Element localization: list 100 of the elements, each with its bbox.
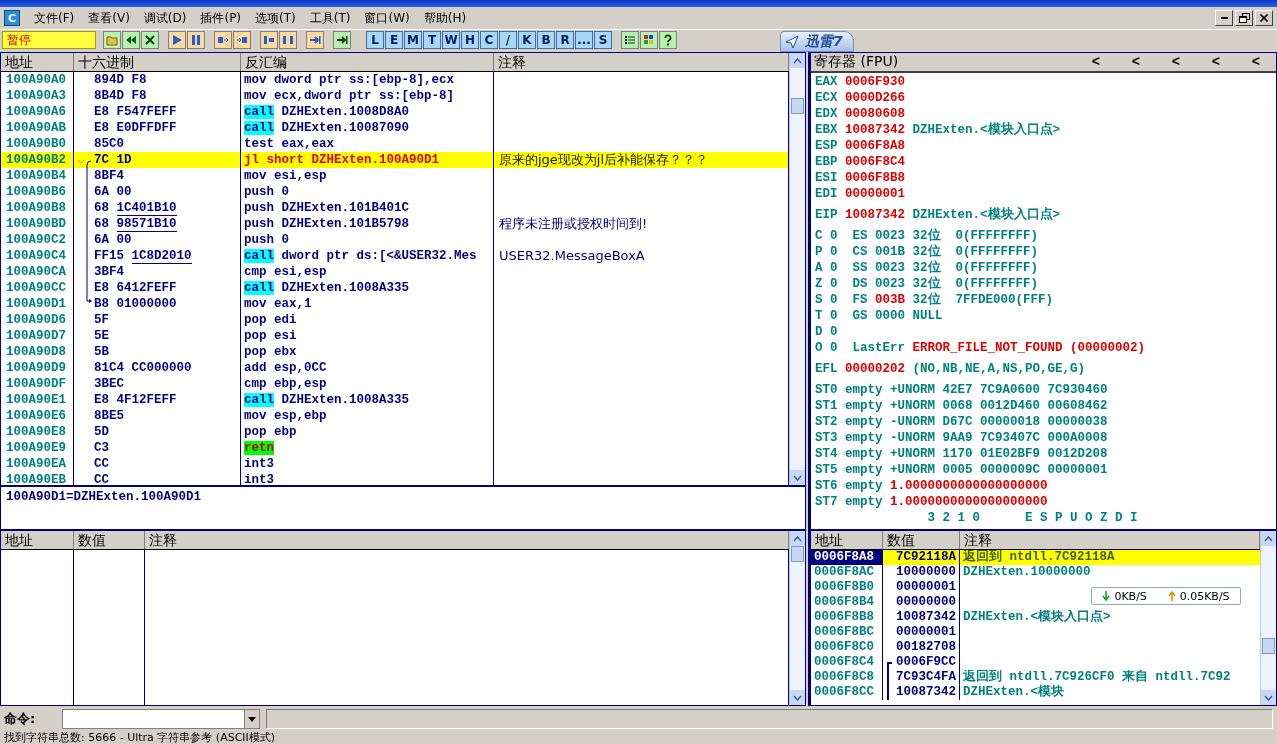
address-cell[interactable]: 0006F8C4 <box>811 655 883 670</box>
address-cell: 100A90D8 <box>1 344 74 360</box>
menu-item[interactable]: 文件(F) <box>28 7 81 29</box>
scroll-thumb[interactable] <box>791 546 804 562</box>
column-header[interactable]: 十六进制 <box>74 53 241 71</box>
upload-speed: 0.05KB/S <box>1179 589 1230 603</box>
address-cell[interactable]: 0006F8CC <box>811 685 883 700</box>
menu-item[interactable]: 帮助(H) <box>417 7 473 29</box>
scroll-thumb[interactable] <box>791 98 804 114</box>
menu-item[interactable]: 调试(D) <box>137 7 193 29</box>
toolbar-button[interactable] <box>122 31 140 49</box>
menu-item[interactable]: 选项(T) <box>249 7 302 29</box>
toolbar-button[interactable]: M <box>404 31 422 49</box>
toolbar-button[interactable]: C <box>480 31 498 49</box>
arrow-button[interactable]: < <box>1116 54 1156 70</box>
menu-item[interactable]: 插件(P) <box>194 7 248 29</box>
arrow-button[interactable]: < <box>1156 54 1196 70</box>
column-header[interactable]: 数值 <box>883 531 960 549</box>
address-cell[interactable]: 0006F8BC <box>811 625 883 640</box>
arrow-button[interactable]: < <box>1236 54 1276 70</box>
toolbar-button[interactable] <box>333 31 351 49</box>
toolbar-button[interactable]: E <box>385 31 403 49</box>
toolbar-button[interactable] <box>279 31 297 49</box>
value-cell: 00000001 <box>883 580 960 595</box>
menu-item[interactable]: 工具(T) <box>303 7 357 29</box>
palette-icon <box>643 34 655 46</box>
arrow-button[interactable]: < <box>1196 54 1236 70</box>
toolbar-button[interactable] <box>621 31 639 49</box>
address-cell: 100A90EB <box>1 472 74 485</box>
toolbar-button[interactable] <box>168 31 186 49</box>
toolbar-button[interactable] <box>640 31 658 49</box>
disassembly-cell: mov esp,ebp <box>241 408 494 424</box>
scroll-thumb[interactable] <box>1262 638 1275 654</box>
toolbar-button[interactable] <box>659 31 677 49</box>
list-icon <box>624 34 636 46</box>
code-row[interactable]: 100A90AB E8 E0DFFDFF call DZHExten.10087090 <box>1 120 789 136</box>
code-row[interactable]: 100A90A6 E8 F547FEFF call DZHExten.1008D8A0 <box>1 104 789 120</box>
address-cell[interactable]: 0006F8C0 <box>811 640 883 655</box>
command-field[interactable] <box>62 709 260 729</box>
code-row[interactable]: 100A90E9 C3 retn <box>1 440 789 456</box>
register-line: P 0 CS 001B 32位 0(FFFFFFFF) <box>815 244 1040 260</box>
toolbar-button[interactable]: ... <box>575 31 593 49</box>
address-cell: 100A90D6 <box>1 312 74 328</box>
code-row[interactable]: 100A90CC E8 6412FEFF call DZHExten.1008A335 <box>1 280 789 296</box>
hex-cell: 894D F8 <box>74 72 241 88</box>
hex-cell: 5B <box>74 344 241 360</box>
address-cell[interactable]: 0006F8B0 <box>811 580 883 595</box>
toolbar-button[interactable] <box>214 31 232 49</box>
address-cell: 100A90E9 <box>1 440 74 456</box>
menu-item[interactable]: 窗口(W) <box>358 7 416 29</box>
scrollbar[interactable] <box>789 53 805 485</box>
value-cell: 00000000 <box>883 595 960 610</box>
toolbar-button[interactable]: S <box>594 31 612 49</box>
toolbar-button[interactable]: W <box>442 31 460 49</box>
toolbar-button[interactable]: L <box>366 31 384 49</box>
column-header[interactable]: 地址 <box>811 531 883 549</box>
column-header[interactable]: 地址 <box>1 531 74 549</box>
toolbar-button[interactable] <box>306 31 324 49</box>
code-row[interactable]: 100A90C4 FF15 1C8D2010 call dword ptr ds:[<&USER32.Mes USER32.MessageBoxA <box>1 248 789 264</box>
toolbar-button[interactable] <box>141 31 159 49</box>
floating-tab[interactable]: 迅雷7 <box>780 31 854 52</box>
toolbar-button[interactable]: B <box>537 31 555 49</box>
register-line: Z 0 DS 0023 32位 0(FFFFFFFF) <box>815 276 1040 292</box>
code-row[interactable]: 100A90B2 7C 1D jl short DZHExten.100A90D1 原来的jge现改为jl后补能保存？？？ <box>1 152 789 168</box>
toolbar-button[interactable]: T <box>423 31 441 49</box>
toolbar-button[interactable] <box>260 31 278 49</box>
hex-cell: CC <box>74 456 241 472</box>
address-cell[interactable]: 0006F8A8 <box>811 550 883 565</box>
register-line: ST2 empty -UNORM D67C 00000018 00000038 <box>815 414 1109 430</box>
toolbar-button[interactable] <box>233 31 251 49</box>
restore-button[interactable] <box>1235 10 1253 26</box>
column-header[interactable]: 反汇编 <box>241 53 494 71</box>
info-text: 100A90D1=DZHExten.100A90D1 <box>6 490 202 504</box>
toolbar-button[interactable]: K <box>518 31 536 49</box>
toolbar-button[interactable]: / <box>499 31 517 49</box>
panel-title: 寄存器 (FPU) <box>813 53 899 71</box>
address-cell[interactable]: 0006F8C8 <box>811 670 883 685</box>
code-row[interactable]: 100A90E1 E8 4F12FEFF call DZHExten.1008A335 <box>1 392 789 408</box>
disassembly-cell: int3 <box>241 456 494 472</box>
minimize-button[interactable] <box>1215 10 1233 26</box>
address-cell: 100A90AB <box>1 120 74 136</box>
toolbar-button[interactable]: R <box>556 31 574 49</box>
column-header[interactable]: 地址 <box>1 53 74 71</box>
address-cell[interactable]: 0006F8B8 <box>811 610 883 625</box>
toolbar-button[interactable]: H <box>461 31 479 49</box>
address-cell: 100A90D1 <box>1 296 74 312</box>
arrow-button[interactable]: < <box>1076 54 1116 70</box>
address-cell[interactable]: 0006F8B4 <box>811 595 883 610</box>
register-line: C 0 ES 0023 32位 0(FFFFFFFF) <box>815 228 1040 244</box>
scrollbar[interactable] <box>1260 531 1276 705</box>
step-icon <box>263 34 275 46</box>
disassembly-cell: mov ecx,dword ptr ss:[ebp-8] <box>241 88 494 104</box>
address-cell[interactable]: 0006F8AC <box>811 565 883 580</box>
close-button[interactable] <box>1255 10 1273 26</box>
scrollbar[interactable] <box>789 531 805 705</box>
menu-item[interactable]: 查看(V) <box>82 7 136 29</box>
hex-cell: 68 98571B10 <box>74 216 241 232</box>
address-cell: 100A90A6 <box>1 104 74 120</box>
toolbar-button[interactable] <box>187 31 205 49</box>
column-header[interactable]: 数值 <box>74 531 145 549</box>
